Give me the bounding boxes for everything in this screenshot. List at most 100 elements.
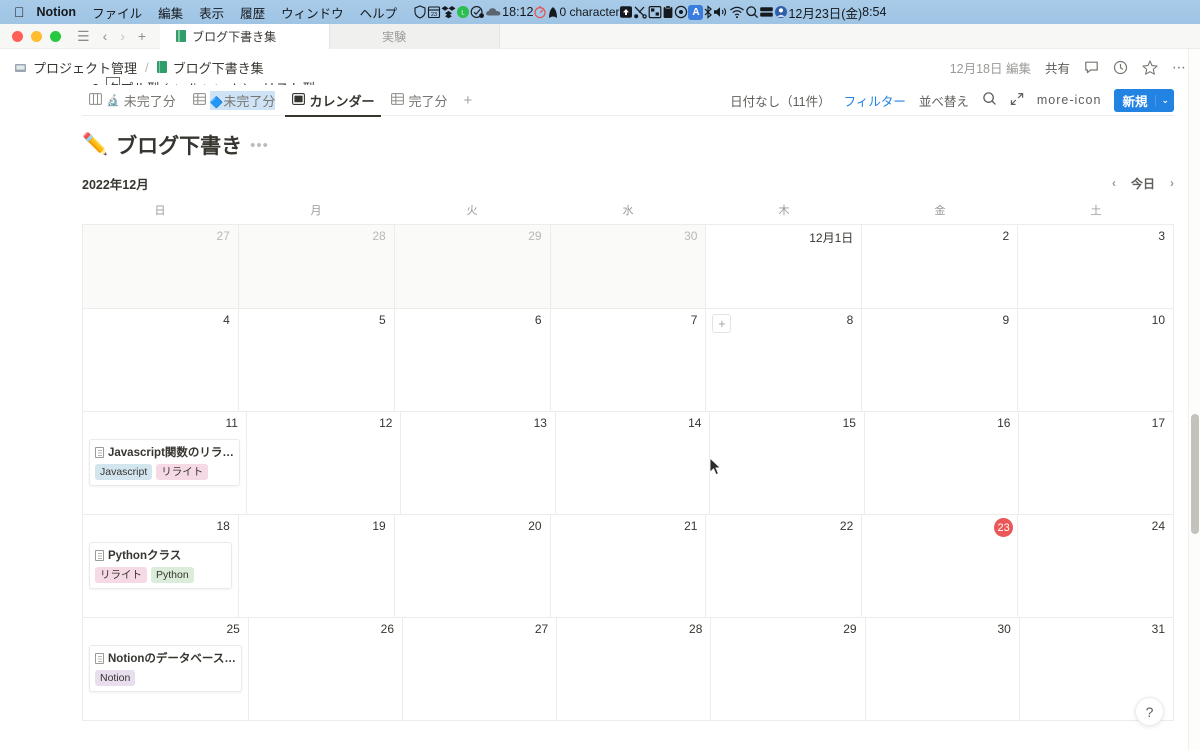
calendar-day-cell[interactable]: 27: [403, 618, 558, 721]
calendar-day-cell[interactable]: 29: [711, 618, 866, 721]
calendar-icon[interactable]: 23: [427, 5, 441, 19]
menu-item-history[interactable]: 履歴: [240, 3, 265, 22]
calendar-day-cell[interactable]: 20: [394, 515, 551, 618]
menu-item-edit[interactable]: 編集: [158, 3, 183, 22]
sidebar-toggle-icon[interactable]: ☰: [77, 28, 90, 45]
grid-icon[interactable]: [648, 5, 662, 19]
no-date-count-button[interactable]: 日付なし（11件）: [730, 91, 830, 110]
input-source-icon[interactable]: A: [688, 4, 704, 20]
view-tab-bar: 🔬 未完了分 🔷未完了分 カレンダー 完了分 + 日付なし（11件） フィルター…: [82, 85, 1174, 117]
sort-button[interactable]: 並べ替え: [919, 91, 969, 110]
cloud-icon[interactable]: [485, 5, 502, 19]
calendar-day-cell[interactable]: 3: [1018, 225, 1174, 309]
window-tab-experiment[interactable]: 実験: [330, 23, 501, 49]
menu-item-window[interactable]: ウィンドウ: [281, 3, 344, 22]
prev-month-button[interactable]: ‹: [1112, 176, 1116, 190]
calendar-day-cell[interactable]: 29: [394, 225, 551, 309]
window-tab-blog-drafts[interactable]: ブログ下書き集: [160, 23, 331, 49]
help-button[interactable]: ?: [1135, 697, 1164, 726]
calendar-day-cell[interactable]: 17: [1019, 412, 1174, 515]
calendar-day-cell[interactable]: 16: [864, 412, 1020, 515]
calendar-day-cell[interactable]: 10: [1018, 309, 1174, 412]
calendar-day-cell[interactable]: 13: [401, 412, 556, 515]
page-title[interactable]: ブログ下書き: [116, 130, 242, 160]
bluetooth-icon[interactable]: [703, 5, 713, 19]
database-more-icon[interactable]: •••: [250, 137, 269, 154]
search-icon[interactable]: [745, 5, 759, 19]
filter-button[interactable]: フィルター: [844, 91, 906, 110]
new-entry-button[interactable]: 新規 ⌄: [1114, 88, 1174, 112]
clipboard-icon[interactable]: [662, 5, 674, 19]
vertical-scrollbar[interactable]: [1188, 49, 1200, 750]
view-tab-table-incomplete[interactable]: 🔷未完了分: [186, 85, 283, 116]
calendar-day-cell[interactable]: 30: [550, 225, 707, 309]
add-entry-plus-icon[interactable]: +: [712, 314, 732, 333]
calendar-day-cell[interactable]: 21: [550, 515, 707, 618]
minimize-window-button[interactable]: [31, 30, 42, 42]
apple-logo-icon[interactable]: : [14, 5, 25, 19]
menu-item-view[interactable]: 表示: [199, 3, 224, 22]
record-icon[interactable]: [674, 5, 688, 19]
scrollbar-thumb[interactable]: [1191, 414, 1199, 534]
calendar-event-card[interactable]: Pythonクラス リライト Python: [89, 542, 232, 589]
calendar-day-cell[interactable]: 23: [862, 515, 1019, 618]
calendar-day-cell[interactable]: 5: [238, 309, 395, 412]
close-window-button[interactable]: [12, 30, 23, 42]
menu-item-file[interactable]: ファイル: [92, 3, 142, 22]
expand-icon[interactable]: [1010, 92, 1024, 109]
display-icon[interactable]: [759, 5, 774, 19]
calendar-day-cell[interactable]: 28: [238, 225, 395, 309]
calendar-day-cell[interactable]: 30: [865, 618, 1020, 721]
todo-check-icon[interactable]: [470, 5, 485, 19]
calendar-day-cell[interactable]: 15: [710, 412, 865, 515]
calendar-day-cell[interactable]: 18 Pythonクラス リライト Python: [83, 515, 239, 618]
calendar-day-cell[interactable]: 14: [555, 412, 711, 515]
menu-app-name[interactable]: Notion: [37, 5, 77, 19]
forward-icon[interactable]: ›: [120, 28, 125, 44]
menubar-date[interactable]: 12月23日(金): [788, 3, 862, 22]
calendar-day-cell[interactable]: 25 Notionのデータベース… Notion: [83, 618, 249, 721]
maximize-window-button[interactable]: [50, 30, 61, 42]
view-more-icon[interactable]: more-icon: [1037, 93, 1102, 107]
leaf-icon[interactable]: [547, 5, 559, 19]
timer-icon[interactable]: [533, 5, 547, 19]
calendar-day-cell[interactable]: 9: [862, 309, 1019, 412]
menubar-clock[interactable]: 8:54: [862, 5, 886, 19]
next-month-button[interactable]: ›: [1170, 176, 1174, 190]
dropbox-icon[interactable]: [441, 5, 456, 19]
new-tab-icon[interactable]: +: [138, 28, 146, 44]
view-tab-calendar[interactable]: カレンダー: [285, 85, 382, 117]
calendar-day-cell[interactable]: 7: [550, 309, 707, 412]
shield-icon[interactable]: [413, 5, 427, 19]
calendar-day-cell[interactable]: 28: [557, 618, 712, 721]
add-view-button[interactable]: +: [457, 92, 478, 109]
search-icon[interactable]: [982, 91, 997, 109]
menu-item-help[interactable]: ヘルプ: [360, 3, 398, 22]
view-tab-table-complete[interactable]: 完了分: [384, 85, 454, 116]
calendar-day-cell[interactable]: 24: [1018, 515, 1174, 618]
calendar-day-cell[interactable]: 2: [862, 225, 1019, 309]
volume-icon[interactable]: [713, 5, 729, 19]
calendar-day-cell[interactable]: 4: [83, 309, 239, 412]
calendar-event-card[interactable]: Notionのデータベース… Notion: [89, 645, 242, 692]
calendar-day-cell[interactable]: 6: [394, 309, 551, 412]
today-button[interactable]: 今日: [1131, 175, 1155, 192]
calendar-day-cell[interactable]: 27: [83, 225, 239, 309]
user-account-icon[interactable]: [774, 5, 788, 19]
calendar-day-cell[interactable]: 26: [248, 618, 404, 721]
calendar-day-cell[interactable]: 12月1日: [706, 225, 863, 309]
chevron-down-icon[interactable]: ⌄: [1155, 94, 1174, 106]
window-controls[interactable]: [0, 30, 61, 42]
line-icon[interactable]: L: [456, 5, 470, 19]
calendar-day-cell[interactable]: 22: [706, 515, 863, 618]
calendar-event-card[interactable]: Javascript関数のリラ… Javascript リライト: [89, 439, 240, 486]
calendar-day-cell[interactable]: 12: [246, 412, 402, 515]
calendar-day-cell[interactable]: 11 Javascript関数のリラ… Javascript リライト: [83, 412, 247, 515]
calendar-day-cell[interactable]: +8: [706, 309, 863, 412]
back-icon[interactable]: ‹: [103, 28, 108, 44]
dropbox-alt-icon[interactable]: [619, 5, 633, 19]
calendar-day-cell[interactable]: 19: [238, 515, 395, 618]
scissors-icon[interactable]: [633, 5, 648, 19]
view-tab-board-incomplete[interactable]: 🔬 未完了分: [82, 85, 183, 116]
wifi-icon[interactable]: [729, 5, 745, 19]
